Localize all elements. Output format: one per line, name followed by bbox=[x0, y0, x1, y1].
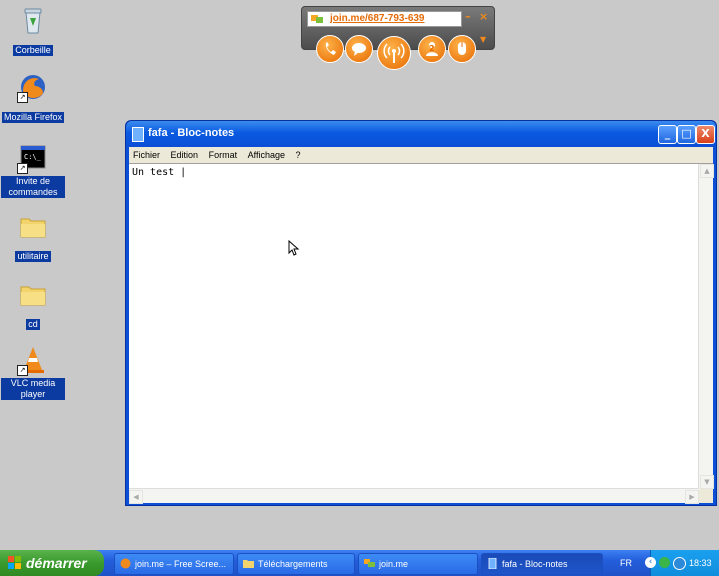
taskbar-item-notepad[interactable]: fafa - Bloc-notes bbox=[481, 553, 603, 575]
system-tray: ‹ 18:33 bbox=[645, 550, 719, 576]
desktop-icon-label: Invite de commandes bbox=[1, 176, 65, 198]
horizontal-scrollbar[interactable]: ◀ ▶ bbox=[129, 488, 699, 504]
network-icon[interactable] bbox=[659, 557, 670, 568]
tray-expand-chevron-icon[interactable]: ‹ bbox=[645, 557, 656, 568]
joinme-logo-icon bbox=[311, 15, 323, 23]
participants-button[interactable]: 2 bbox=[418, 35, 446, 63]
notepad-icon bbox=[132, 127, 144, 142]
folder-icon bbox=[243, 560, 254, 568]
taskbar-item-label: join.me – Free Scree... bbox=[135, 559, 227, 569]
desktop-icon-folder-utilitaire[interactable]: utilitaire bbox=[1, 210, 65, 263]
desktop-icon-folder-cd[interactable]: cd bbox=[1, 278, 65, 331]
taskbar-item-label: fafa - Bloc-notes bbox=[502, 559, 568, 569]
taskbar-item-telechargements[interactable]: Téléchargements bbox=[237, 553, 355, 575]
broadcast-button[interactable] bbox=[377, 36, 411, 70]
phone-icon bbox=[325, 42, 336, 55]
joinme-toolbar: join.me/687-793-639 – × ▼ 2 bbox=[301, 6, 495, 70]
taskbar-item-joinme-browser[interactable]: join.me – Free Scree... bbox=[114, 553, 234, 575]
notepad-icon bbox=[488, 558, 497, 569]
windows-flag-icon bbox=[8, 556, 21, 569]
desktop-icon-command-prompt[interactable]: C:\_ ↗ Invite de commandes bbox=[1, 142, 65, 199]
menu-bar: Fichier Edition Format Affichage ? bbox=[129, 147, 713, 163]
scroll-right-icon[interactable]: ▶ bbox=[685, 490, 699, 504]
joinme-minimize-button[interactable]: – bbox=[465, 10, 471, 23]
broadcast-icon bbox=[383, 43, 405, 63]
joinme-address-field[interactable]: join.me/687-793-639 bbox=[307, 11, 462, 27]
desktop-icon-label: Mozilla Firefox bbox=[1, 112, 64, 123]
start-button[interactable]: démarrer bbox=[0, 550, 104, 576]
joinme-menu-chevron-icon[interactable]: ▼ bbox=[480, 35, 486, 44]
resize-grip[interactable] bbox=[699, 489, 713, 503]
mouse-pointer-icon bbox=[288, 240, 300, 256]
folder-icon bbox=[17, 278, 49, 310]
desktop-icon-vlc[interactable]: ↗ VLC media player bbox=[1, 344, 65, 401]
chat-button[interactable] bbox=[345, 35, 373, 63]
menu-fichier[interactable]: Fichier bbox=[129, 147, 164, 163]
window-title: fafa - Bloc-notes bbox=[148, 127, 235, 139]
folder-icon bbox=[17, 210, 49, 242]
desktop-icon-firefox[interactable]: ↗ Mozilla Firefox bbox=[1, 71, 65, 124]
joinme-url-link[interactable]: join.me/687-793-639 bbox=[330, 12, 425, 26]
command-prompt-icon: C:\_ ↗ bbox=[17, 142, 49, 174]
joinme-logo-icon bbox=[364, 559, 375, 567]
vlc-cone-icon: ↗ bbox=[17, 344, 49, 376]
text-editor[interactable]: Un test | ▲ ▼ ◀ ▶ bbox=[129, 163, 714, 504]
menu-edition[interactable]: Edition bbox=[167, 147, 203, 163]
chat-icon bbox=[352, 43, 366, 56]
vertical-scrollbar[interactable]: ▲ ▼ bbox=[698, 164, 714, 489]
participants-count: 2 bbox=[429, 44, 435, 53]
clock: 18:33 bbox=[689, 558, 712, 568]
scroll-up-icon[interactable]: ▲ bbox=[700, 164, 714, 178]
editor-content[interactable]: Un test | bbox=[132, 167, 186, 178]
start-label: démarrer bbox=[26, 555, 87, 571]
scroll-left-icon[interactable]: ◀ bbox=[129, 490, 143, 504]
mouse-icon bbox=[458, 42, 466, 55]
recycle-bin-icon bbox=[17, 4, 49, 36]
title-bar[interactable]: fafa - Bloc-notes _ □ X bbox=[126, 121, 716, 147]
tray-app-icon[interactable] bbox=[673, 557, 686, 570]
notepad-window: fafa - Bloc-notes _ □ X Fichier Edition … bbox=[125, 120, 717, 506]
taskbar: démarrer join.me – Free Scree... Télécha… bbox=[0, 550, 719, 576]
svg-text:C:\_: C:\_ bbox=[24, 153, 42, 161]
desktop-icon-recycle-bin[interactable]: Corbeille bbox=[1, 4, 65, 57]
desktop-icon-label: Corbeille bbox=[13, 45, 53, 56]
menu-format[interactable]: Format bbox=[205, 147, 242, 163]
language-indicator[interactable]: FR bbox=[620, 550, 642, 576]
menu-help[interactable]: ? bbox=[292, 147, 305, 163]
taskbar-item-label: Téléchargements bbox=[258, 559, 328, 569]
phone-button[interactable] bbox=[316, 35, 344, 63]
menu-affichage[interactable]: Affichage bbox=[244, 147, 289, 163]
firefox-icon: ↗ bbox=[17, 71, 49, 103]
taskbar-item-label: join.me bbox=[379, 559, 409, 569]
desktop-icon-label: utilitaire bbox=[15, 251, 51, 262]
close-button[interactable]: X bbox=[696, 125, 715, 144]
desktop-icon-label: cd bbox=[26, 319, 40, 330]
scroll-down-icon[interactable]: ▼ bbox=[700, 475, 714, 489]
mouse-control-button[interactable] bbox=[448, 35, 476, 63]
taskbar-item-joinme[interactable]: join.me bbox=[358, 553, 478, 575]
firefox-icon bbox=[120, 558, 131, 569]
desktop-icon-label: VLC media player bbox=[1, 378, 65, 400]
desktop: Corbeille ↗ Mozilla Firefox C:\_ ↗ Invit… bbox=[0, 0, 719, 550]
minimize-button[interactable]: _ bbox=[658, 125, 677, 144]
maximize-button[interactable]: □ bbox=[677, 125, 696, 144]
joinme-close-button[interactable]: × bbox=[479, 10, 488, 23]
